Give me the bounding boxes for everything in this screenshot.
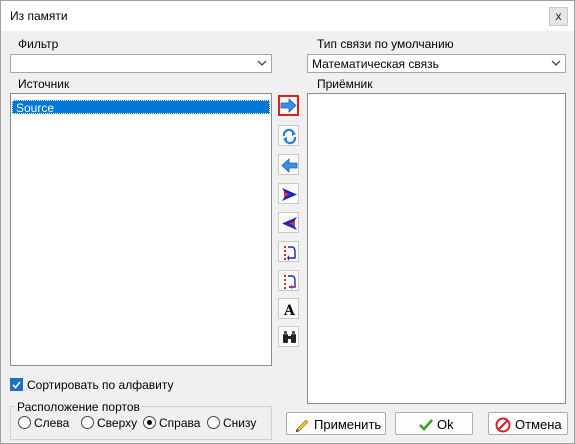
remove-link-icon [281, 158, 298, 173]
checkmark-icon [12, 381, 21, 389]
remove-all-links-icon [282, 217, 297, 230]
apply-button-label: Применить [314, 417, 382, 432]
apply-button[interactable]: Применить [286, 412, 386, 435]
binoculars-icon [283, 331, 296, 343]
link-type-value: Математическая связь [312, 57, 439, 71]
remove-all-links-button[interactable] [278, 212, 299, 233]
close-icon: x [555, 9, 562, 23]
add-link-button[interactable] [278, 95, 299, 116]
port-up-button[interactable] [278, 241, 299, 262]
radio-top-label: Сверху [97, 416, 138, 430]
source-label: Источник [18, 77, 70, 91]
filter-combobox[interactable] [10, 54, 272, 73]
filter-label: Фильтр [18, 37, 59, 51]
cancel-button-label: Отмена [515, 417, 562, 432]
radio-right[interactable] [143, 416, 156, 429]
refresh-links-icon [282, 128, 297, 145]
radio-left-label: Слева [34, 416, 70, 430]
link-type-label: Тип связи по умолчанию [317, 37, 454, 51]
radio-right-label: Справа [159, 416, 201, 430]
font-icon: A [283, 303, 296, 318]
find-button[interactable] [278, 326, 299, 347]
link-type-combobox[interactable]: Математическая связь [307, 54, 566, 73]
ok-button-label: Ok [437, 417, 454, 432]
add-all-links-button[interactable] [278, 183, 299, 204]
close-button[interactable]: x [549, 7, 568, 26]
dialog-window: Из памяти x Фильтр Тип связи по умолчани… [0, 0, 575, 444]
list-item[interactable]: Source [12, 100, 270, 115]
font-button[interactable]: A [278, 298, 299, 319]
chevron-down-icon [551, 60, 561, 66]
chevron-down-icon [257, 60, 267, 66]
target-label: Приёмник [317, 77, 373, 91]
check-icon [419, 419, 433, 431]
source-item-label: Source [16, 101, 55, 115]
radio-left[interactable] [18, 416, 31, 429]
refresh-links-button[interactable] [278, 125, 299, 146]
sort-checkbox[interactable] [10, 378, 23, 391]
radio-bottom[interactable] [207, 416, 220, 429]
source-listbox[interactable]: Source [10, 93, 272, 366]
ports-legend: Расположение портов [15, 400, 142, 414]
ok-button[interactable]: Ok [395, 412, 473, 435]
port-down-icon [284, 275, 296, 289]
sort-label: Сортировать по алфавиту [27, 378, 174, 392]
title-bar: Из памяти x [1, 1, 574, 31]
target-listbox[interactable] [307, 93, 566, 404]
cancel-icon [495, 417, 511, 433]
port-up-icon [284, 246, 296, 261]
add-link-icon [280, 98, 297, 113]
pencil-icon [295, 419, 309, 433]
window-title: Из памяти [10, 9, 68, 23]
svg-text:A: A [283, 303, 296, 318]
port-down-button[interactable] [278, 270, 299, 291]
add-all-links-icon [282, 188, 297, 201]
radio-top[interactable] [81, 416, 94, 429]
radio-bottom-label: Снизу [223, 416, 257, 430]
cancel-button[interactable]: Отмена [488, 412, 568, 435]
remove-link-button[interactable] [278, 154, 299, 175]
